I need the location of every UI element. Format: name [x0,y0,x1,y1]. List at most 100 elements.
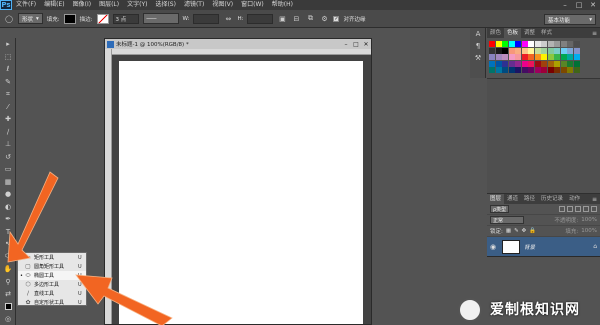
crop-tool-icon[interactable]: ⌗ [0,88,16,101]
restore-button[interactable]: □ [572,0,586,10]
tab-styles[interactable]: 样式 [538,28,555,38]
lock-transparent-icon[interactable]: ▦ [506,228,511,234]
quick-mask-icon[interactable]: ◎ [0,313,16,325]
tool-presets-icon[interactable]: ⚒ [470,52,486,64]
dodge-tool-icon[interactable]: ◐ [0,201,16,214]
flyout-item-ellipse[interactable]: • ⬭ 椭圆工具 U [18,271,86,280]
color-swatch[interactable] [489,54,495,60]
flyout-item-line[interactable]: ∕ 直线工具 U [18,289,86,298]
flyout-item-polygon[interactable]: ⬡ 多边形工具 U [18,280,86,289]
zoom-tool-icon[interactable]: ⚲ [0,276,16,289]
menu-file[interactable]: 文件(F) [12,0,40,10]
color-swap-icon[interactable]: ⇄ [0,288,16,301]
color-swatch[interactable] [515,60,521,67]
path-arrangement-icon[interactable]: ⧉ [305,14,315,24]
tab-color[interactable]: 颜色 [487,28,504,38]
color-swatch[interactable] [521,67,528,73]
pixel-filter-icon[interactable] [559,206,565,212]
menu-view[interactable]: 视图(V) [208,0,237,10]
smart-object-filter-icon[interactable] [591,206,597,212]
ellipse-tool-icon[interactable]: ⬭ [0,251,16,264]
color-swatch[interactable] [554,47,560,54]
opacity-value[interactable]: 100% [581,217,597,223]
color-swatch[interactable] [554,54,560,60]
color-swatch[interactable] [502,47,508,54]
doc-minimize-button[interactable]: – [341,39,351,49]
color-swatch[interactable] [508,41,515,47]
doc-close-button[interactable]: ✕ [361,39,371,49]
color-swatch[interactable] [573,47,580,54]
menu-help[interactable]: 帮助(H) [268,0,297,10]
path-selection-tool-icon[interactable]: ↖ [0,238,16,251]
color-swatch[interactable] [521,41,528,47]
color-swatch[interactable] [489,47,495,54]
menu-type[interactable]: 文字(Y) [123,0,151,10]
width-input[interactable] [193,13,220,24]
color-swatch[interactable] [534,60,541,67]
flyout-item-rounded-rectangle[interactable]: ▢ 圆角矩形工具 U [18,262,86,271]
color-swatch[interactable] [521,54,528,60]
color-swatch[interactable] [502,67,508,73]
blur-tool-icon[interactable]: ● [0,188,16,201]
color-swatch[interactable] [547,60,554,67]
color-swatch[interactable] [502,41,508,47]
character-panel-icon[interactable]: A [470,28,486,40]
clone-stamp-tool-icon[interactable]: ⊥ [0,138,16,151]
foreground-background-colors[interactable] [0,301,16,314]
color-swatch[interactable] [534,47,541,54]
color-swatch[interactable] [515,47,521,54]
color-swatch[interactable] [508,60,515,67]
color-swatch[interactable] [521,60,528,67]
eye-icon[interactable]: ◉ [490,243,498,251]
eyedropper-tool-icon[interactable]: ⁄ [0,101,16,114]
adjustment-filter-icon[interactable] [567,206,573,212]
stroke-type-select[interactable]: ─── [142,13,179,24]
align-edges-checkbox[interactable]: ✓ [333,15,340,22]
color-swatch[interactable] [495,54,502,60]
color-swatch[interactable] [567,54,573,60]
color-swatch[interactable] [489,67,495,73]
blend-mode-select[interactable]: 正常 [490,216,524,224]
color-swatch[interactable] [554,41,560,47]
close-button[interactable]: ✕ [586,0,600,10]
healing-brush-tool-icon[interactable]: ✚ [0,113,16,126]
workspace-select[interactable]: 基本功能 ▾ [544,14,596,25]
lock-move-icon[interactable]: ✥ [522,228,527,234]
panel-menu-icon[interactable]: ≡ [592,196,600,203]
history-brush-tool-icon[interactable]: ↺ [0,151,16,164]
color-swatch[interactable] [534,41,541,47]
kind-filter-select[interactable]: ρ类型 [490,205,510,213]
color-swatch[interactable] [495,67,502,73]
color-swatch[interactable] [534,54,541,60]
marquee-tool-icon[interactable]: ⬚ [0,51,16,64]
menu-edit[interactable]: 编辑(E) [40,0,68,10]
color-swatch[interactable] [541,54,547,60]
gradient-tool-icon[interactable]: ▦ [0,176,16,189]
eraser-tool-icon[interactable]: ▭ [0,163,16,176]
color-swatch[interactable] [528,60,534,67]
color-swatch[interactable] [567,47,573,54]
foreground-color-swatch[interactable] [4,303,12,311]
menu-filter[interactable]: 滤镜(T) [180,0,208,10]
color-swatch[interactable] [567,41,573,47]
color-swatch[interactable] [495,41,502,47]
color-swatch[interactable] [560,67,567,73]
color-swatch[interactable] [573,67,580,73]
quick-select-tool-icon[interactable]: ✎ [0,76,16,89]
color-swatch[interactable] [554,60,560,67]
stroke-swatch[interactable] [96,13,109,24]
color-swatch[interactable] [495,47,502,54]
color-swatch[interactable] [528,41,534,47]
color-swatch[interactable] [541,67,547,73]
tab-swatches[interactable]: 色板 [504,28,522,38]
color-swatch[interactable] [515,41,521,47]
color-swatch[interactable] [495,60,502,67]
stroke-width-input[interactable]: 3 点 [112,13,139,24]
color-swatch[interactable] [508,47,515,54]
tab-paths[interactable]: 路径 [521,194,538,204]
pen-tool-icon[interactable]: ✒ [0,213,16,226]
height-input[interactable] [247,13,274,24]
color-swatch[interactable] [567,60,573,67]
color-swatch[interactable] [528,67,534,73]
menu-image[interactable]: 图像(I) [69,0,95,10]
